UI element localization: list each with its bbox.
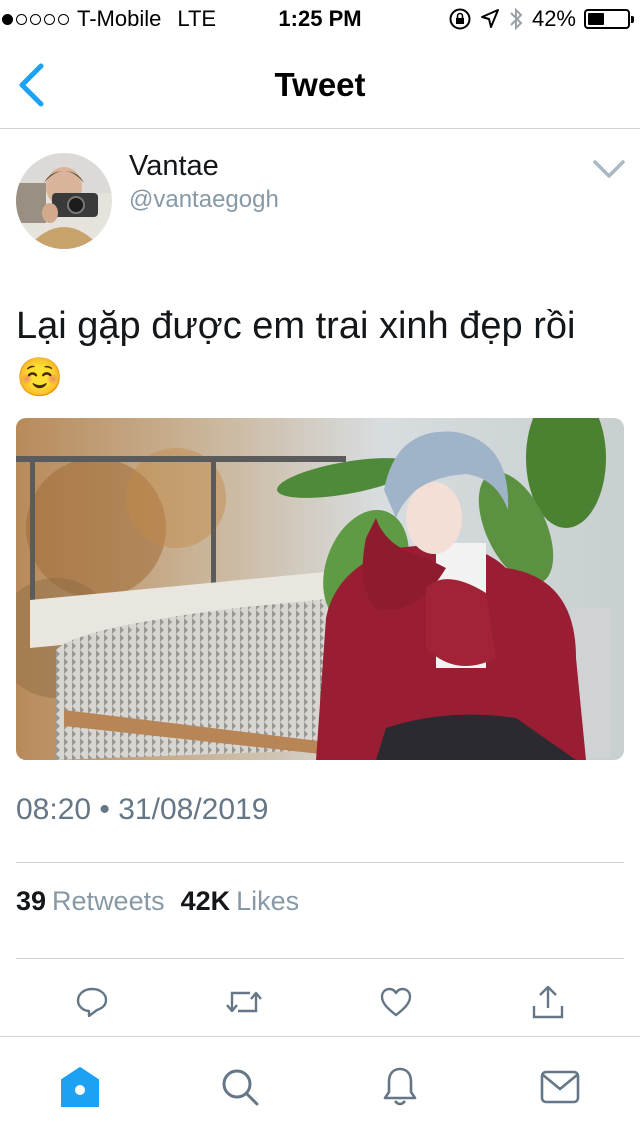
retweets-label[interactable]: Retweets: [52, 886, 165, 917]
tab-bar: [0, 1036, 640, 1137]
status-bar: T-Mobile LTE 1:25 PM 42%: [0, 0, 640, 40]
reply-icon: [76, 987, 108, 1018]
tab-search[interactable]: [218, 1065, 262, 1109]
more-options-button[interactable]: [590, 156, 628, 182]
tweet-timestamp: 08:20 • 31/08/2019: [16, 793, 269, 826]
likes-label[interactable]: Likes: [236, 886, 299, 917]
avatar-image: [16, 153, 112, 249]
avatar[interactable]: [16, 153, 112, 249]
notifications-icon: [383, 1067, 417, 1106]
tab-home[interactable]: [58, 1065, 102, 1109]
battery-percentage: 42%: [531, 6, 576, 31]
bluetooth-icon: [510, 7, 523, 31]
nav-bar: Tweet: [0, 40, 640, 129]
reply-button[interactable]: [72, 982, 112, 1022]
battery-level: [588, 13, 604, 25]
tab-notifications[interactable]: [378, 1065, 422, 1109]
retweets-count[interactable]: 39: [16, 886, 46, 917]
back-button[interactable]: [14, 62, 54, 108]
divider: [16, 958, 624, 959]
display-name[interactable]: Vantae: [129, 150, 219, 183]
share-icon: [532, 985, 564, 1019]
location-icon: [480, 9, 499, 28]
user-handle[interactable]: @vantaegogh: [129, 186, 279, 214]
search-icon: [222, 1069, 259, 1106]
messages-icon: [540, 1070, 580, 1104]
like-icon: [380, 987, 412, 1017]
photo-image: [16, 418, 624, 760]
tweet-stats: 39 Retweets 42K Likes: [16, 886, 315, 917]
battery-icon: [584, 9, 634, 29]
like-button[interactable]: [376, 982, 416, 1022]
chevron-down-icon: [593, 160, 625, 178]
page-title: Tweet: [274, 66, 366, 103]
home-icon: [61, 1067, 99, 1107]
tweet-photo[interactable]: [16, 418, 624, 760]
tab-messages[interactable]: [538, 1065, 582, 1109]
likes-count[interactable]: 42K: [181, 886, 231, 917]
divider: [16, 862, 624, 863]
tweet-text: Lại gặp được em trai xinh đẹp rồi ☺️: [16, 305, 576, 399]
chevron-left-icon: [19, 63, 44, 107]
retweet-button[interactable]: [224, 982, 264, 1022]
status-right: 42%: [448, 6, 634, 32]
share-button[interactable]: [528, 982, 568, 1022]
orientation-lock-icon: [449, 8, 471, 30]
retweet-icon: [226, 991, 262, 1013]
